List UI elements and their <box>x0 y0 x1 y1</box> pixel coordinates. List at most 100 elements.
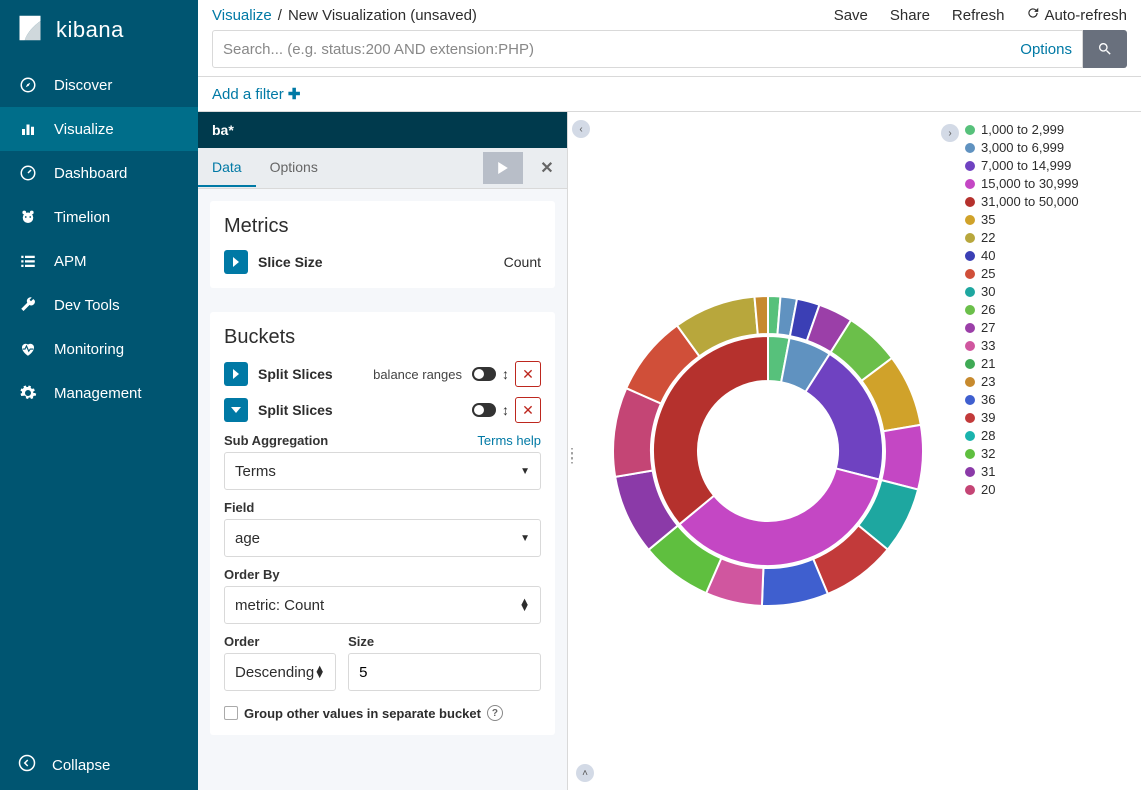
bucket-label: Split Slices <box>258 366 363 382</box>
legend-label: 25 <box>981 266 995 281</box>
legend-item[interactable]: 20 <box>965 482 1079 497</box>
delete-bucket-button[interactable]: ✕ <box>515 361 541 387</box>
delete-bucket-button[interactable]: ✕ <box>515 397 541 423</box>
metric-value: Count <box>504 254 541 270</box>
auto-refresh-button[interactable]: Auto-refresh <box>1026 6 1127 24</box>
refresh-button[interactable]: Refresh <box>952 7 1005 24</box>
search-options-link[interactable]: Options <box>1020 41 1072 58</box>
chevron-left-icon: ‹ <box>579 124 582 135</box>
group-other-checkbox[interactable] <box>224 706 238 720</box>
legend-item[interactable]: 7,000 to 14,999 <box>965 158 1079 173</box>
nav: DiscoverVisualizeDashboard Timelion APMDev… <box>0 63 198 740</box>
legend-item[interactable]: 36 <box>965 392 1079 407</box>
viz-nav-left-button[interactable]: ‹ <box>572 120 590 138</box>
legend-item[interactable]: 31 <box>965 464 1079 479</box>
legend-label: 39 <box>981 410 995 425</box>
brand-logo[interactable]: kibana <box>0 0 198 63</box>
legend-item[interactable]: 30 <box>965 284 1079 299</box>
sidebar-item-dev-tools[interactable]: Dev Tools <box>0 283 198 327</box>
drag-handle-icon[interactable]: ↕ <box>502 402 509 418</box>
legend-item[interactable]: 27 <box>965 320 1079 335</box>
viz-panel: ⋮⋮ ‹ › 1,000 to 2,999 3,000 to 6,999 7,000… <box>568 112 1141 790</box>
breadcrumb-sep: / <box>278 7 282 24</box>
apply-changes-button[interactable] <box>483 152 523 184</box>
legend-item[interactable]: 33 <box>965 338 1079 353</box>
bucket-caption: balance ranges <box>373 367 462 382</box>
legend-item[interactable]: 39 <box>965 410 1079 425</box>
sidebar-item-monitoring[interactable]: Monitoring <box>0 327 198 371</box>
list-icon <box>18 251 38 271</box>
subagg-select[interactable]: Terms ▼ <box>224 452 541 490</box>
legend-label: 7,000 to 14,999 <box>981 158 1071 173</box>
orderby-select[interactable]: metric: Count ▲▼ <box>224 586 541 624</box>
discard-changes-button[interactable]: ✕ <box>527 148 567 188</box>
sidebar-item-dashboard[interactable]: Dashboard <box>0 151 198 195</box>
add-filter-button[interactable]: Add a filter ✚ <box>212 86 300 103</box>
order-select[interactable]: Descending ▲▼ <box>224 653 336 691</box>
legend-item[interactable]: 15,000 to 30,999 <box>965 176 1079 191</box>
sunburst-chart[interactable] <box>594 112 941 790</box>
nav-label: Timelion <box>54 209 110 226</box>
size-input[interactable] <box>348 653 541 691</box>
share-button[interactable]: Share <box>890 7 930 24</box>
sidebar-item-discover[interactable]: Discover <box>0 63 198 107</box>
legend-label: 30 <box>981 284 995 299</box>
legend-dot-icon <box>965 179 975 189</box>
sidebar-item-management[interactable]: Management <box>0 371 198 415</box>
help-icon[interactable]: ? <box>487 705 503 721</box>
legend-dot-icon <box>965 395 975 405</box>
legend-item[interactable]: 35 <box>965 212 1079 227</box>
terms-help-link[interactable]: Terms help <box>477 433 541 448</box>
caret-down-icon: ▼ <box>520 533 530 544</box>
collapse-button[interactable]: Collapse <box>0 740 198 790</box>
breadcrumb-root[interactable]: Visualize <box>212 7 272 24</box>
legend-item[interactable]: 25 <box>965 266 1079 281</box>
collapse-arrow-icon <box>18 754 36 776</box>
legend-item[interactable]: 1,000 to 2,999 <box>965 122 1079 137</box>
field-select[interactable]: age ▼ <box>224 519 541 557</box>
legend-item[interactable]: 3,000 to 6,999 <box>965 140 1079 155</box>
legend-label: 22 <box>981 230 995 245</box>
legend-collapse-button[interactable]: › <box>941 124 959 142</box>
filter-bar: Add a filter ✚ <box>198 77 1141 111</box>
auto-refresh-icon <box>1026 6 1040 24</box>
tab-data[interactable]: Data <box>198 149 256 187</box>
legend-item[interactable]: 32 <box>965 446 1079 461</box>
legend-label: 27 <box>981 320 995 335</box>
heartbeat-icon <box>18 339 38 359</box>
legend-item[interactable]: 40 <box>965 248 1079 263</box>
metric-label: Slice Size <box>258 254 494 270</box>
search-button[interactable] <box>1083 30 1127 68</box>
tab-options[interactable]: Options <box>256 149 332 187</box>
index-pattern-title[interactable]: ba* <box>198 112 567 148</box>
legend-item[interactable]: 28 <box>965 428 1079 443</box>
bucket-toggle[interactable] <box>472 367 496 381</box>
sidebar-item-timelion[interactable]: Timelion <box>0 195 198 239</box>
legend-item[interactable]: 23 <box>965 374 1079 389</box>
bucket-collapse-button[interactable] <box>224 398 248 422</box>
legend-item[interactable]: 26 <box>965 302 1079 317</box>
nav-label: Monitoring <box>54 341 124 358</box>
legend-label: 35 <box>981 212 995 227</box>
save-button[interactable]: Save <box>834 7 868 24</box>
bucket-toggle[interactable] <box>472 403 496 417</box>
legend-dot-icon <box>965 467 975 477</box>
bucket-expand-button[interactable] <box>224 362 248 386</box>
legend-item[interactable]: 31,000 to 50,000 <box>965 194 1079 209</box>
field-label: Field <box>224 500 254 515</box>
caret-down-icon: ▼ <box>520 466 530 477</box>
legend-dot-icon <box>965 125 975 135</box>
metric-expand-button[interactable] <box>224 250 248 274</box>
legend-item[interactable]: 22 <box>965 230 1079 245</box>
resize-handle-icon[interactable]: ⋮⋮ <box>565 451 579 459</box>
sidebar: kibana DiscoverVisualizeDashboard Timelio… <box>0 0 198 790</box>
buckets-section: Buckets Split Slices balance ranges ↕ ✕ <box>210 312 555 735</box>
sidebar-item-visualize[interactable]: Visualize <box>0 107 198 151</box>
sidebar-item-apm[interactable]: APM <box>0 239 198 283</box>
search-input[interactable]: Search... (e.g. status:200 AND extension… <box>212 30 1083 68</box>
drag-handle-icon[interactable]: ↕ <box>502 366 509 382</box>
legend-item[interactable]: 21 <box>965 356 1079 371</box>
close-icon: ✕ <box>522 366 534 383</box>
chevron-right-icon: › <box>948 128 951 139</box>
scroll-up-button[interactable]: ˄ <box>576 764 594 782</box>
